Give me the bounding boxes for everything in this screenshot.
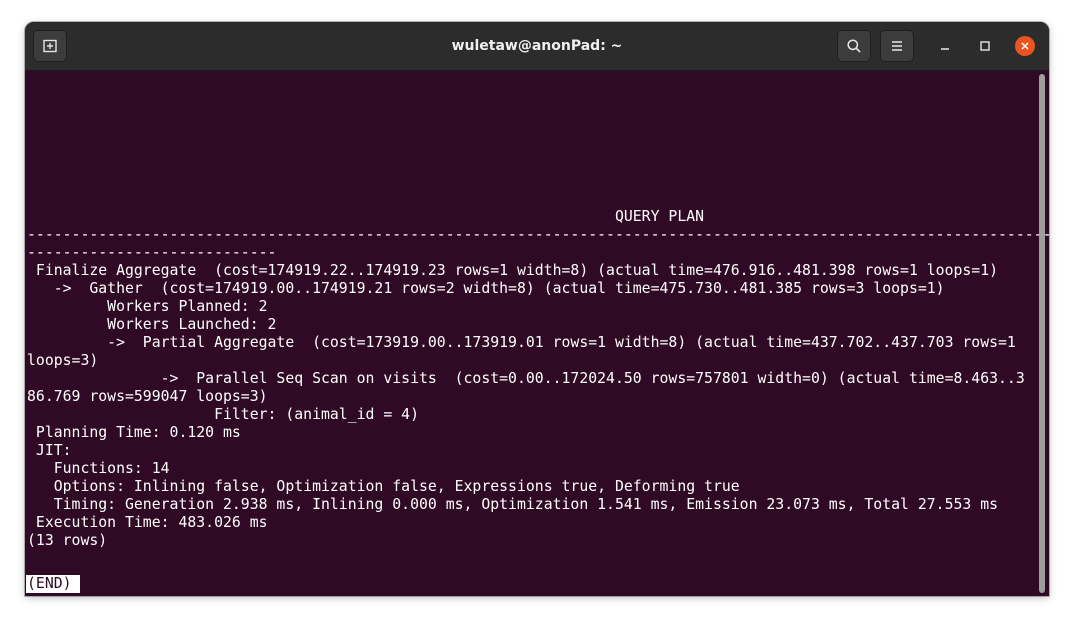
new-tab-button[interactable] [33, 30, 67, 62]
hamburger-menu-icon [892, 41, 902, 51]
terminal-line: QUERY PLAN [27, 208, 705, 225]
search-icon [847, 39, 861, 53]
query-plan-output: QUERY PLAN ------------------------------… [27, 208, 1049, 550]
close-button[interactable] [1015, 36, 1035, 56]
terminal-line: loops=3) [27, 352, 99, 369]
search-button[interactable] [837, 30, 871, 62]
minimize-icon [941, 48, 949, 50]
menu-button[interactable] [880, 30, 914, 62]
terminal-window: wuletaw@anonPad: ~ QUERY PLAN ----------… [25, 22, 1049, 596]
terminal-line: Planning Time: 0.120 ms [27, 424, 241, 441]
terminal-line: 86.769 rows=599047 loops=3) [27, 388, 268, 405]
terminal-line: -> Parallel Seq Scan on visits (cost=0.0… [27, 370, 1025, 387]
terminal-line: ----------------------------------------… [27, 226, 1049, 243]
terminal-line: Workers Launched: 2 [27, 316, 277, 333]
terminal-line: Workers Planned: 2 [27, 298, 268, 315]
terminal-line: Timing: Generation 2.938 ms, Inlining 0.… [27, 496, 999, 513]
terminal-line: Options: Inlining false, Optimization fa… [27, 478, 740, 495]
terminal-line: Execution Time: 483.026 ms [27, 514, 268, 531]
maximize-icon [980, 41, 990, 51]
terminal-scrollbar[interactable] [1039, 74, 1045, 593]
terminal-line: Functions: 14 [27, 460, 170, 477]
terminal-output[interactable]: QUERY PLAN ------------------------------… [25, 71, 1049, 596]
terminal-line: ---------------------------- [27, 244, 277, 261]
minimize-button[interactable] [935, 36, 955, 56]
terminal-line: JIT: [27, 442, 72, 459]
maximize-button[interactable] [975, 36, 995, 56]
terminal-line: -> Partial Aggregate (cost=173919.00..17… [27, 334, 1016, 351]
terminal-line: (13 rows) [27, 532, 108, 549]
close-icon [1021, 42, 1029, 50]
terminal-line: Filter: (animal_id = 4) [27, 406, 419, 423]
pager-status: (END) [26, 575, 80, 593]
new-tab-icon [43, 39, 57, 53]
title-bar: wuletaw@anonPad: ~ [25, 22, 1049, 71]
terminal-line: -> Gather (cost=174919.00..174919.21 row… [27, 280, 945, 297]
terminal-line: Finalize Aggregate (cost=174919.22..1749… [27, 262, 999, 279]
